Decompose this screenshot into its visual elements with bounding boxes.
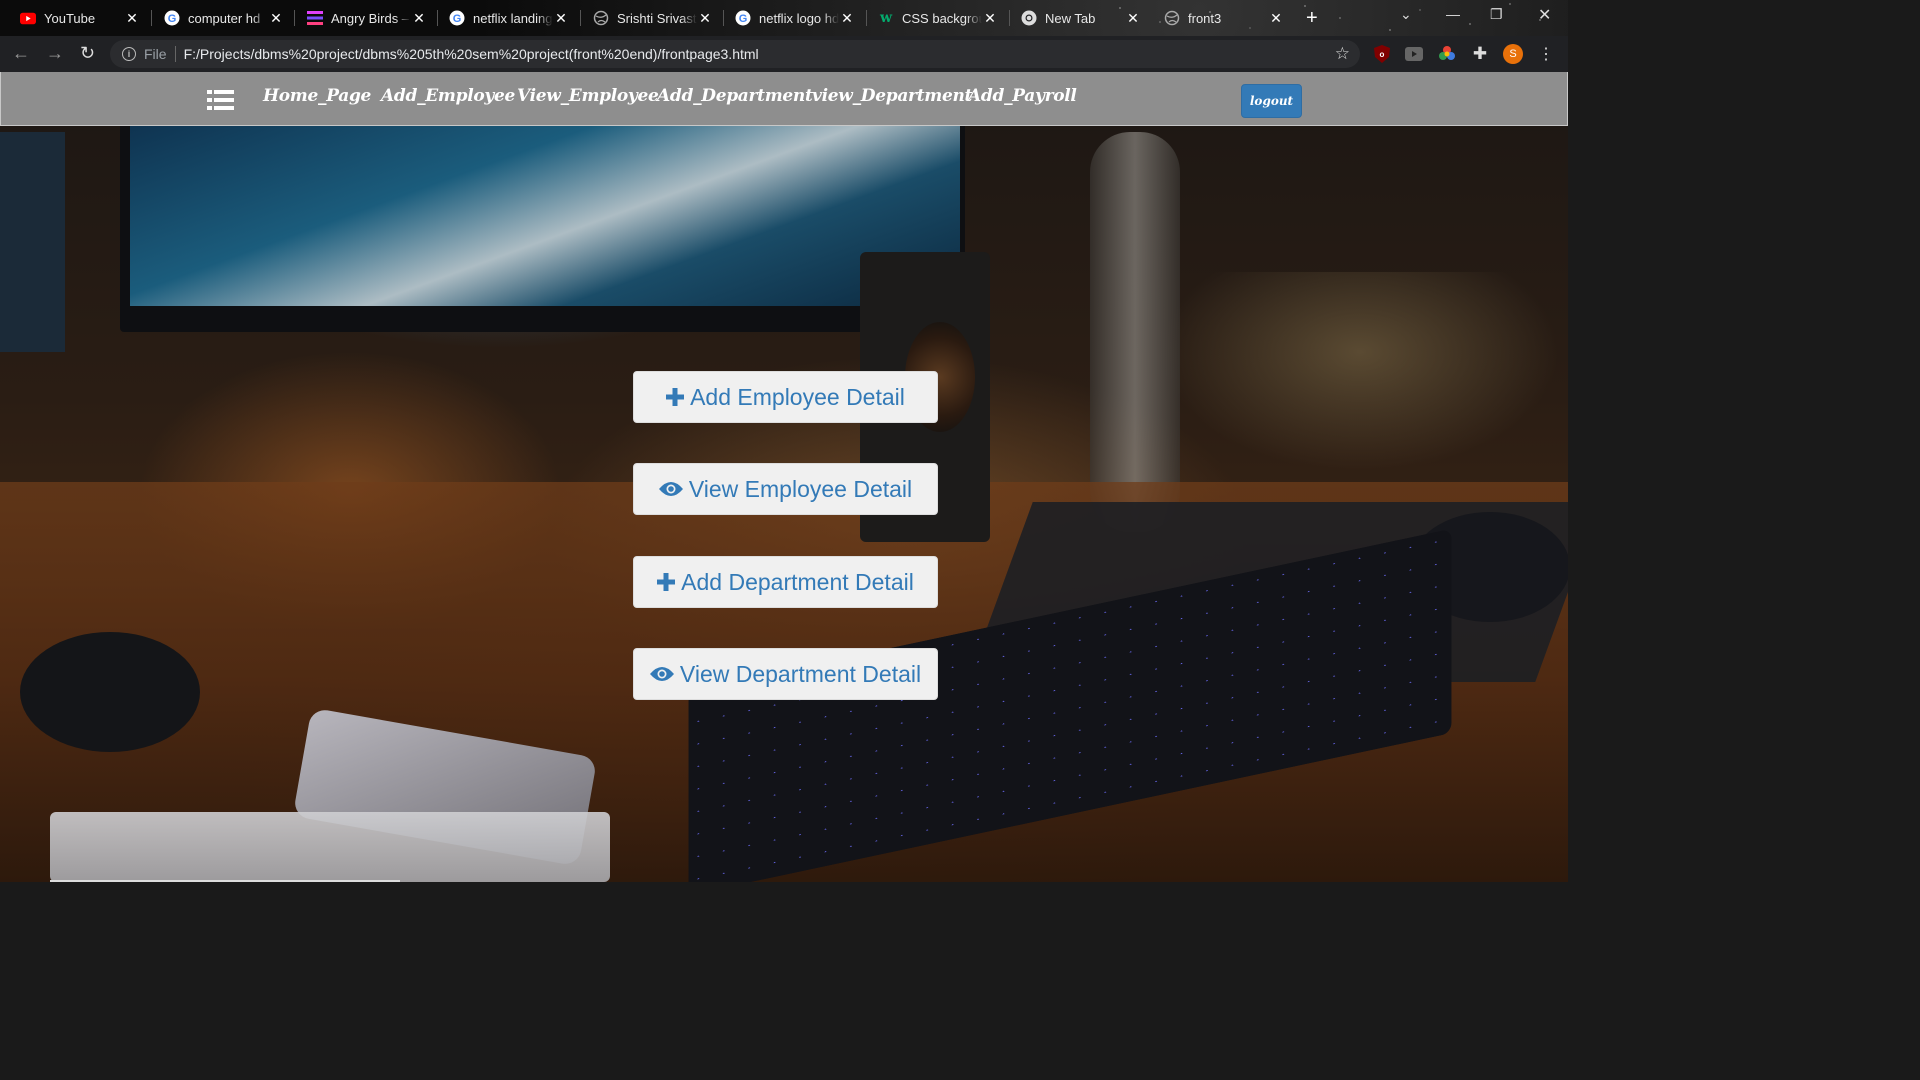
page-viewport: Home_Page Add_Employee View_Employee Add… xyxy=(0,72,1568,882)
browser-tab-strip: YouTube ✕ G computer hd ✕ Angry Birds – … xyxy=(0,0,1568,36)
tab-title: CSS backgrou xyxy=(902,10,982,26)
top-navbar: Home_Page Add_Employee View_Employee Add… xyxy=(0,72,1568,126)
view-employee-detail-button[interactable]: View Employee Detail xyxy=(633,463,938,515)
browser-tab-new-tab[interactable]: New Tab ✕ xyxy=(1009,4,1149,32)
button-label: View Department Detail xyxy=(679,660,922,687)
tab-title: New Tab xyxy=(1045,10,1096,26)
minimize-window-icon[interactable]: — xyxy=(1446,6,1460,22)
button-label: Add Department Detail xyxy=(681,568,914,595)
nav-link-add-payroll[interactable]: Add_Payroll xyxy=(968,86,1077,106)
close-tab-icon[interactable]: ✕ xyxy=(268,10,284,26)
close-tab-icon[interactable]: ✕ xyxy=(982,10,998,26)
button-label: Add Employee Detail xyxy=(690,383,905,410)
globe-icon xyxy=(1164,10,1180,26)
nav-link-home-page[interactable]: Home_Page xyxy=(263,86,371,106)
browser-tab-css-background[interactable]: w CSS backgrou ✕ xyxy=(866,4,1006,32)
close-tab-icon[interactable]: ✕ xyxy=(124,10,140,26)
plus-icon xyxy=(657,573,676,591)
globe-icon xyxy=(593,10,609,26)
tab-title: netflix logo hd xyxy=(759,10,839,26)
tab-title: netflix landing xyxy=(473,10,553,26)
stripes-icon xyxy=(307,10,323,26)
profile-initial: S xyxy=(1503,44,1523,64)
tab-title: computer hd xyxy=(188,10,261,26)
tab-title: front3 xyxy=(1188,10,1222,26)
tab-title: Srishti Srivasta xyxy=(617,10,697,26)
restore-window-icon[interactable]: ❐ xyxy=(1490,6,1503,23)
reload-icon[interactable]: ↻ xyxy=(80,44,95,62)
svg-text:o: o xyxy=(1380,50,1385,59)
nav-link-view-department[interactable]: view_Department xyxy=(812,86,972,106)
background-photo-microphone xyxy=(1090,132,1180,532)
plus-icon xyxy=(666,388,685,406)
tab-title: YouTube xyxy=(44,10,96,26)
list-menu-icon[interactable] xyxy=(207,90,234,110)
close-tab-icon[interactable]: ✕ xyxy=(553,10,569,26)
ublock-extension-icon[interactable]: o xyxy=(1372,44,1392,64)
bookmark-star-icon[interactable]: ☆ xyxy=(1335,44,1350,64)
background-photo-coaster xyxy=(20,632,200,752)
google-icon: G xyxy=(164,10,180,26)
google-icon: G xyxy=(449,10,465,26)
close-tab-icon[interactable]: ✕ xyxy=(1125,10,1141,26)
new-tab-plus-icon[interactable]: + xyxy=(1306,8,1318,28)
browser-tab-front3-active[interactable]: front3 ✕ xyxy=(1152,4,1292,32)
address-url[interactable]: F:/Projects/dbms%20project/dbms%205th%20… xyxy=(184,46,759,62)
browser-tab-netflix-landing[interactable]: G netflix landing ✕ xyxy=(437,4,577,32)
close-tab-icon[interactable]: ✕ xyxy=(1268,10,1284,26)
youtube-icon xyxy=(20,10,36,26)
browser-tab-youtube[interactable]: YouTube ✕ xyxy=(8,4,148,32)
close-tab-icon[interactable]: ✕ xyxy=(839,10,855,26)
background-photo-plant xyxy=(1160,272,1560,472)
forward-arrow-icon[interactable]: → xyxy=(46,44,64,62)
bottom-divider xyxy=(50,880,400,882)
logout-button[interactable]: logout xyxy=(1241,84,1302,118)
color-picker-extension-icon[interactable] xyxy=(1437,44,1457,64)
eye-icon xyxy=(658,481,683,497)
background-photo-monitor-screen xyxy=(130,126,960,306)
address-divider xyxy=(174,46,176,62)
eye-icon xyxy=(649,666,674,682)
address-bar[interactable]: i File F:/Projects/dbms%20project/dbms%2… xyxy=(110,40,1360,68)
back-arrow-icon[interactable]: ← xyxy=(12,44,30,62)
browser-tab-angry-birds[interactable]: Angry Birds – ✕ xyxy=(295,4,435,32)
nav-link-add-employee[interactable]: Add_Employee xyxy=(381,86,515,106)
browser-tab-netflix-logo[interactable]: G netflix logo hd ✕ xyxy=(723,4,863,32)
add-employee-detail-button[interactable]: Add Employee Detail xyxy=(633,371,938,423)
background-photo-laptop xyxy=(50,812,610,882)
address-scheme: File xyxy=(144,46,167,62)
w3schools-icon: w xyxy=(879,10,893,26)
view-department-detail-button[interactable]: View Department Detail xyxy=(633,648,938,700)
browser-tab-computer-hd[interactable]: G computer hd ✕ xyxy=(152,4,292,32)
video-extension-icon[interactable] xyxy=(1404,44,1424,64)
background-photo-left-monitor xyxy=(0,132,65,352)
profile-avatar[interactable]: S xyxy=(1503,44,1523,64)
browser-toolbar: ← → ↻ i File F:/Projects/dbms%20project/… xyxy=(0,36,1568,72)
close-window-icon[interactable]: ✕ xyxy=(1538,5,1551,25)
close-tab-icon[interactable]: ✕ xyxy=(697,10,713,26)
chrome-icon xyxy=(1021,10,1037,26)
browser-tab-srishti[interactable]: Srishti Srivasta ✕ xyxy=(581,4,721,32)
svg-text:G: G xyxy=(739,13,748,25)
site-info-icon[interactable]: i xyxy=(122,47,136,61)
add-department-detail-button[interactable]: Add Department Detail xyxy=(633,556,938,608)
nav-link-view-employee[interactable]: View_Employee xyxy=(517,86,659,106)
tab-title: Angry Birds – xyxy=(331,10,410,26)
google-icon: G xyxy=(735,10,751,26)
nav-link-add-department[interactable]: Add_Department xyxy=(657,86,813,106)
extensions-puzzle-icon[interactable]: ✚ xyxy=(1470,44,1490,64)
close-tab-icon[interactable]: ✕ xyxy=(411,10,427,26)
svg-text:G: G xyxy=(453,13,462,25)
browser-menu-kebab-icon[interactable]: ⋮ xyxy=(1536,44,1556,64)
svg-text:G: G xyxy=(168,13,177,25)
button-label: View Employee Detail xyxy=(688,475,913,502)
tab-search-chevron-icon[interactable]: ⌄ xyxy=(1400,6,1412,23)
